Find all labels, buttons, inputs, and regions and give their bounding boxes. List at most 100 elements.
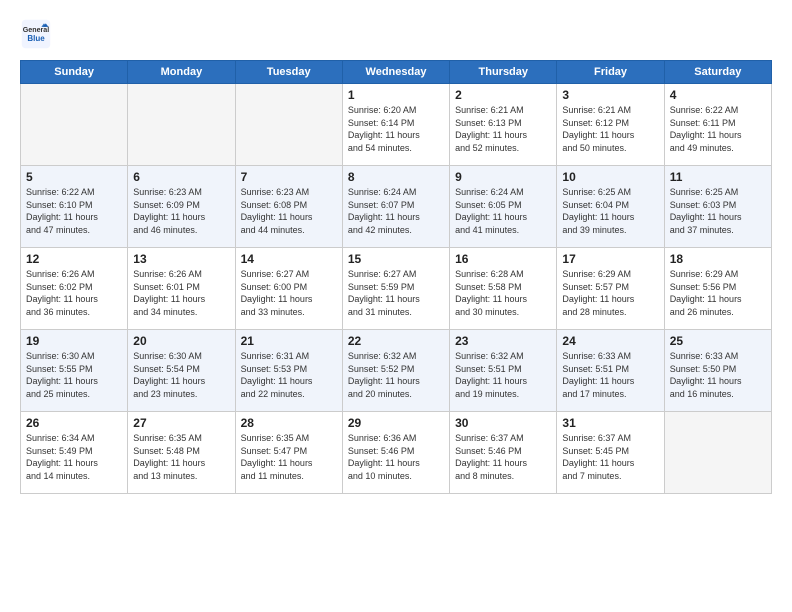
calendar-table: SundayMondayTuesdayWednesdayThursdayFrid… [20, 60, 772, 494]
day-number: 23 [455, 334, 551, 348]
day-number: 17 [562, 252, 658, 266]
day-number: 14 [241, 252, 337, 266]
day-number: 7 [241, 170, 337, 184]
calendar-day-cell: 30Sunrise: 6:37 AM Sunset: 5:46 PM Dayli… [450, 412, 557, 494]
day-detail: Sunrise: 6:23 AM Sunset: 6:08 PM Dayligh… [241, 186, 337, 236]
day-detail: Sunrise: 6:36 AM Sunset: 5:46 PM Dayligh… [348, 432, 444, 482]
day-number: 26 [26, 416, 122, 430]
day-number: 31 [562, 416, 658, 430]
day-number: 16 [455, 252, 551, 266]
day-detail: Sunrise: 6:26 AM Sunset: 6:01 PM Dayligh… [133, 268, 229, 318]
day-number: 24 [562, 334, 658, 348]
day-number: 9 [455, 170, 551, 184]
day-detail: Sunrise: 6:25 AM Sunset: 6:04 PM Dayligh… [562, 186, 658, 236]
day-detail: Sunrise: 6:22 AM Sunset: 6:10 PM Dayligh… [26, 186, 122, 236]
day-number: 5 [26, 170, 122, 184]
calendar-day-cell: 26 Sunrise: 6:34 AM Sunset: 5:49 PM Dayli… [21, 412, 128, 494]
logo: General Blue [20, 18, 52, 50]
calendar-day-cell: 20Sunrise: 6:30 AM Sunset: 5:54 PM Dayli… [128, 330, 235, 412]
day-number: 29 [348, 416, 444, 430]
page: General Blue SundayMondayTuesdayWednesda… [0, 0, 792, 612]
calendar-day-cell: 15 Sunrise: 6:27 AM Sunset: 5:59 PM Dayli… [342, 248, 449, 330]
day-detail: Sunrise: 6:24 AM Sunset: 6:05 PM Dayligh… [455, 186, 551, 236]
calendar-day-cell: 19 Sunrise: 6:30 AM Sunset: 5:55 PM Dayli… [21, 330, 128, 412]
calendar-day-cell: 5 Sunrise: 6:22 AM Sunset: 6:10 PM Daylig… [21, 166, 128, 248]
calendar-week-row: 26 Sunrise: 6:34 AM Sunset: 5:49 PM Dayli… [21, 412, 772, 494]
calendar-day-cell: 18Sunrise: 6:29 AM Sunset: 5:56 PM Dayli… [664, 248, 771, 330]
day-number: 6 [133, 170, 229, 184]
weekday-header-row: SundayMondayTuesdayWednesdayThursdayFrid… [21, 61, 772, 84]
day-detail: Sunrise: 6:22 AM Sunset: 6:11 PM Dayligh… [670, 104, 766, 154]
calendar-day-cell: 9 Sunrise: 6:24 AM Sunset: 6:05 PM Daylig… [450, 166, 557, 248]
calendar-day-cell [21, 84, 128, 166]
logo-icon: General Blue [20, 18, 52, 50]
calendar-day-cell: 31 Sunrise: 6:37 AM Sunset: 5:45 PM Dayli… [557, 412, 664, 494]
calendar-day-cell: 10 Sunrise: 6:25 AM Sunset: 6:04 PM Dayli… [557, 166, 664, 248]
weekday-header: Saturday [664, 61, 771, 84]
calendar-day-cell [128, 84, 235, 166]
day-detail: Sunrise: 6:21 AM Sunset: 6:13 PM Dayligh… [455, 104, 551, 154]
day-detail: Sunrise: 6:33 AM Sunset: 5:50 PM Dayligh… [670, 350, 766, 400]
day-number: 4 [670, 88, 766, 102]
calendar-day-cell: 22 Sunrise: 6:32 AM Sunset: 5:52 PM Dayli… [342, 330, 449, 412]
svg-text:General: General [23, 26, 50, 34]
calendar-day-cell: 6 Sunrise: 6:23 AM Sunset: 6:09 PM Daylig… [128, 166, 235, 248]
day-number: 13 [133, 252, 229, 266]
weekday-header: Monday [128, 61, 235, 84]
day-number: 8 [348, 170, 444, 184]
calendar-day-cell: 24 Sunrise: 6:33 AM Sunset: 5:51 PM Dayli… [557, 330, 664, 412]
day-detail: Sunrise: 6:28 AM Sunset: 5:58 PM Dayligh… [455, 268, 551, 318]
calendar-day-cell: 1Sunrise: 6:20 AM Sunset: 6:14 PM Daylig… [342, 84, 449, 166]
day-number: 19 [26, 334, 122, 348]
weekday-header: Friday [557, 61, 664, 84]
day-detail: Sunrise: 6:29 AM Sunset: 5:57 PM Dayligh… [562, 268, 658, 318]
day-detail: Sunrise: 6:35 AM Sunset: 5:48 PM Dayligh… [133, 432, 229, 482]
calendar-day-cell: 3Sunrise: 6:21 AM Sunset: 6:12 PM Daylig… [557, 84, 664, 166]
calendar-week-row: 12Sunrise: 6:26 AM Sunset: 6:02 PM Dayli… [21, 248, 772, 330]
day-number: 2 [455, 88, 551, 102]
day-detail: Sunrise: 6:32 AM Sunset: 5:52 PM Dayligh… [348, 350, 444, 400]
calendar-day-cell: 4 Sunrise: 6:22 AM Sunset: 6:11 PM Daylig… [664, 84, 771, 166]
day-number: 30 [455, 416, 551, 430]
header: General Blue [20, 18, 772, 50]
day-detail: Sunrise: 6:37 AM Sunset: 5:45 PM Dayligh… [562, 432, 658, 482]
day-detail: Sunrise: 6:35 AM Sunset: 5:47 PM Dayligh… [241, 432, 337, 482]
calendar-day-cell: 25 Sunrise: 6:33 AM Sunset: 5:50 PM Dayli… [664, 330, 771, 412]
day-detail: Sunrise: 6:25 AM Sunset: 6:03 PM Dayligh… [670, 186, 766, 236]
calendar-week-row: 5 Sunrise: 6:22 AM Sunset: 6:10 PM Daylig… [21, 166, 772, 248]
calendar-day-cell: 12Sunrise: 6:26 AM Sunset: 6:02 PM Dayli… [21, 248, 128, 330]
calendar-day-cell: 13 Sunrise: 6:26 AM Sunset: 6:01 PM Dayli… [128, 248, 235, 330]
calendar-day-cell: 8Sunrise: 6:24 AM Sunset: 6:07 PM Daylig… [342, 166, 449, 248]
calendar-day-cell [235, 84, 342, 166]
weekday-header: Wednesday [342, 61, 449, 84]
calendar-week-row: 19 Sunrise: 6:30 AM Sunset: 5:55 PM Dayli… [21, 330, 772, 412]
day-number: 18 [670, 252, 766, 266]
day-detail: Sunrise: 6:33 AM Sunset: 5:51 PM Dayligh… [562, 350, 658, 400]
day-detail: Sunrise: 6:21 AM Sunset: 6:12 PM Dayligh… [562, 104, 658, 154]
day-detail: Sunrise: 6:27 AM Sunset: 6:00 PM Dayligh… [241, 268, 337, 318]
calendar-day-cell: 7 Sunrise: 6:23 AM Sunset: 6:08 PM Daylig… [235, 166, 342, 248]
calendar-day-cell [664, 412, 771, 494]
day-detail: Sunrise: 6:34 AM Sunset: 5:49 PM Dayligh… [26, 432, 122, 482]
day-detail: Sunrise: 6:27 AM Sunset: 5:59 PM Dayligh… [348, 268, 444, 318]
weekday-header: Tuesday [235, 61, 342, 84]
calendar-day-cell: 11Sunrise: 6:25 AM Sunset: 6:03 PM Dayli… [664, 166, 771, 248]
calendar-day-cell: 27Sunrise: 6:35 AM Sunset: 5:48 PM Dayli… [128, 412, 235, 494]
day-number: 10 [562, 170, 658, 184]
day-detail: Sunrise: 6:26 AM Sunset: 6:02 PM Dayligh… [26, 268, 122, 318]
day-detail: Sunrise: 6:30 AM Sunset: 5:55 PM Dayligh… [26, 350, 122, 400]
day-number: 25 [670, 334, 766, 348]
day-number: 22 [348, 334, 444, 348]
day-number: 20 [133, 334, 229, 348]
calendar-day-cell: 28 Sunrise: 6:35 AM Sunset: 5:47 PM Dayli… [235, 412, 342, 494]
calendar-day-cell: 17 Sunrise: 6:29 AM Sunset: 5:57 PM Dayli… [557, 248, 664, 330]
calendar-day-cell: 23 Sunrise: 6:32 AM Sunset: 5:51 PM Dayli… [450, 330, 557, 412]
calendar-day-cell: 2 Sunrise: 6:21 AM Sunset: 6:13 PM Daylig… [450, 84, 557, 166]
day-number: 15 [348, 252, 444, 266]
day-number: 28 [241, 416, 337, 430]
day-detail: Sunrise: 6:32 AM Sunset: 5:51 PM Dayligh… [455, 350, 551, 400]
day-detail: Sunrise: 6:20 AM Sunset: 6:14 PM Dayligh… [348, 104, 444, 154]
day-detail: Sunrise: 6:23 AM Sunset: 6:09 PM Dayligh… [133, 186, 229, 236]
calendar-day-cell: 16 Sunrise: 6:28 AM Sunset: 5:58 PM Dayli… [450, 248, 557, 330]
weekday-header: Thursday [450, 61, 557, 84]
